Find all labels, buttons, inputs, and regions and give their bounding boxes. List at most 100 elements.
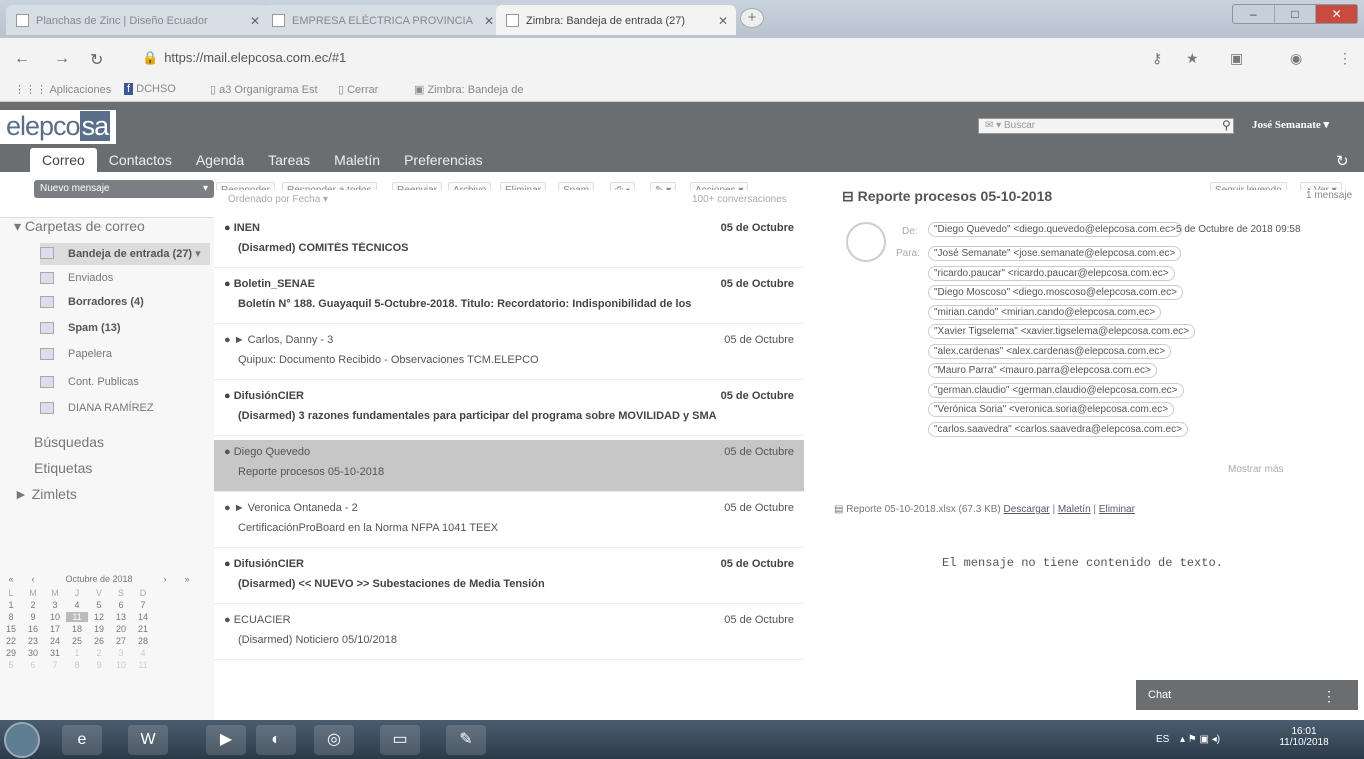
paint-icon[interactable]: ✎: [446, 725, 486, 755]
bookmark-item[interactable]: ▯ a3 Organigrama Est: [210, 83, 318, 96]
browser-tab[interactable]: EMPRESA ELÉCTRICA PROVINCIA ✕: [262, 5, 502, 35]
mail-dropdown-icon[interactable]: ✉ ▾: [985, 120, 1004, 131]
chat-menu-icon[interactable]: ⋮: [1322, 688, 1336, 705]
chrome-icon[interactable]: ◎: [314, 725, 354, 755]
recipient-chip[interactable]: "Xavier Tigselema" <xavier.tigselema@ele…: [928, 324, 1196, 339]
tab-preferencias[interactable]: Preferencias: [392, 148, 495, 172]
mail-folders-header[interactable]: ▾ Carpetas de correo: [14, 218, 145, 235]
menu-icon[interactable]: ⋮: [1338, 50, 1352, 67]
bookmark-apps[interactable]: ⋮⋮⋮ Aplicaciones: [14, 83, 111, 96]
tab-correo[interactable]: Correo: [30, 148, 97, 172]
message-row[interactable]: ● ► Veronica Ontaneda - 2 05 de Octubre Ce…: [214, 496, 804, 548]
recipient-chip[interactable]: "alex.cardenas" <alex.cardenas@elepcosa.…: [928, 343, 1172, 359]
show-more-link[interactable]: Mostrar más: [1228, 464, 1284, 475]
minimize-icon[interactable]: –: [1233, 5, 1275, 23]
calendar-day[interactable]: 8: [0, 612, 22, 622]
firefox-icon[interactable]: ◐: [256, 725, 296, 755]
calendar-day[interactable]: 10: [110, 660, 132, 670]
calendar-day[interactable]: 6: [22, 660, 44, 670]
recipient-chip[interactable]: "ricardo.paucar" <ricardo.paucar@elepcos…: [928, 265, 1175, 281]
calendar-day[interactable]: 29: [0, 648, 22, 658]
calendar-day[interactable]: 20: [110, 624, 132, 634]
folder-trash[interactable]: Papelera: [40, 344, 210, 366]
browser-tab[interactable]: Planchas de Zinc | Diseño Ecuador ✕: [6, 5, 268, 35]
url-field[interactable]: 🔒 https://mail.elepcosa.com.ec/#1: [142, 50, 346, 66]
calendar-day[interactable]: 7: [132, 600, 154, 610]
calendar-day[interactable]: 17: [44, 624, 66, 634]
search-input[interactable]: ✉ ▾ Buscar: [978, 118, 1234, 134]
tab-contactos[interactable]: Contactos: [97, 148, 184, 172]
calendar-day[interactable]: 13: [110, 612, 132, 622]
zimlets-header[interactable]: ► Zimlets: [14, 486, 77, 502]
calendar-day[interactable]: 25: [66, 636, 88, 646]
calendar-day[interactable]: 2: [88, 648, 110, 658]
calendar-day[interactable]: 24: [44, 636, 66, 646]
bookmark-item[interactable]: ▯ Cerrar: [338, 83, 378, 96]
tab-tareas[interactable]: Tareas: [256, 148, 322, 172]
close-icon[interactable]: ✕: [484, 14, 494, 28]
folder-sent[interactable]: Enviados: [40, 268, 210, 290]
calendar-day[interactable]: 14: [132, 612, 154, 622]
key-icon[interactable]: ⚷: [1152, 50, 1162, 67]
calendar-day[interactable]: 16: [22, 624, 44, 634]
message-row[interactable]: ● DifusiónCIER 05 de Octubre (Disarmed) 3 …: [214, 384, 804, 436]
maximize-icon[interactable]: □: [1275, 5, 1317, 23]
sort-label[interactable]: Ordenado por Fecha ▾: [228, 194, 328, 205]
delete-attachment-link[interactable]: Eliminar: [1099, 504, 1135, 515]
folder-diana-ramirez[interactable]: DIANA RAMÍREZ: [40, 398, 210, 420]
message-row[interactable]: ● ► Carlos, Danny - 3 05 de Octubre Quipux…: [214, 328, 804, 380]
chevron-down-icon[interactable]: ▾: [203, 183, 208, 194]
search-icon[interactable]: ⚲: [1222, 118, 1231, 132]
recipient-chip[interactable]: "mirian.cando" <mirian.cando@elepcosa.co…: [928, 304, 1162, 320]
file-explorer-icon[interactable]: ▭: [380, 725, 420, 755]
message-row[interactable]: ● ECUACIER 05 de Octubre (Disarmed) Notici…: [214, 608, 804, 660]
calendar-day[interactable]: 15: [0, 624, 22, 634]
calendar-day[interactable]: 6: [110, 600, 132, 610]
calendar-day[interactable]: 30: [22, 648, 44, 658]
calendar-day[interactable]: 5: [0, 660, 22, 670]
extension-icon[interactable]: ▣: [1230, 50, 1243, 67]
calendar-day[interactable]: 21: [132, 624, 154, 634]
calendar-day[interactable]: 12: [88, 612, 110, 622]
system-clock[interactable]: 16:01 11/10/2018: [1272, 726, 1336, 748]
tab-agenda[interactable]: Agenda: [184, 148, 256, 172]
language-indicator[interactable]: ES: [1156, 734, 1169, 745]
star-icon[interactable]: ★: [1186, 50, 1199, 67]
expand-icon[interactable]: ►: [14, 486, 32, 502]
calendar-day[interactable]: 10: [44, 612, 66, 622]
message-row[interactable]: ● Diego Quevedo 05 de Octubre Reporte proc…: [214, 440, 804, 492]
calendar-day[interactable]: 1: [0, 600, 22, 610]
user-menu[interactable]: José Semanate ▾: [1252, 118, 1329, 131]
calendar-day[interactable]: 18: [66, 624, 88, 634]
sender-chip[interactable]: "Diego Quevedo" <diego.quevedo@elepcosa.…: [928, 222, 1182, 237]
bookmark-item[interactable]: ▣ Zimbra: Bandeja de: [414, 83, 523, 96]
calendar-day[interactable]: 4: [132, 648, 154, 658]
recipient-chip[interactable]: "german.claudio" <german.claudio@elepcos…: [928, 382, 1184, 398]
next-year-icon[interactable]: »: [176, 574, 198, 584]
calendar-day[interactable]: 3: [110, 648, 132, 658]
recipient-chip[interactable]: "Verónica Soria" <veronica.soria@elepcos…: [928, 402, 1175, 417]
close-icon[interactable]: ✕: [250, 14, 260, 28]
bookmark-item[interactable]: f DCHSO: [124, 83, 176, 95]
reload-icon[interactable]: ↻: [90, 50, 103, 70]
calendar-day[interactable]: 22: [0, 636, 22, 646]
collapse-icon[interactable]: ⊟: [842, 188, 858, 204]
calendar-day[interactable]: 4: [66, 600, 88, 610]
folder-spam[interactable]: Spam (13): [40, 318, 210, 340]
calendar-day[interactable]: 28: [132, 636, 154, 646]
calendar-day[interactable]: 26: [88, 636, 110, 646]
collapse-icon[interactable]: ▾: [14, 218, 25, 234]
prev-month-icon[interactable]: ‹: [22, 574, 44, 584]
recipient-chip[interactable]: "José Semanate" <jose.semanate@elepcosa.…: [928, 246, 1182, 261]
download-link[interactable]: Descargar: [1004, 504, 1050, 515]
calendar-day[interactable]: 27: [110, 636, 132, 646]
calendar-day[interactable]: 19: [88, 624, 110, 634]
calendar-day[interactable]: 11: [66, 612, 88, 622]
new-tab-button[interactable]: +: [740, 8, 764, 28]
media-player-icon[interactable]: ▶: [206, 725, 246, 755]
calendar-day[interactable]: 23: [22, 636, 44, 646]
calendar-day[interactable]: 5: [88, 600, 110, 610]
internet-explorer-icon[interactable]: e: [62, 725, 102, 755]
calendar-day[interactable]: 2: [22, 600, 44, 610]
recipient-chip[interactable]: "Mauro Parra" <mauro.parra@elepcosa.com.…: [928, 363, 1157, 378]
